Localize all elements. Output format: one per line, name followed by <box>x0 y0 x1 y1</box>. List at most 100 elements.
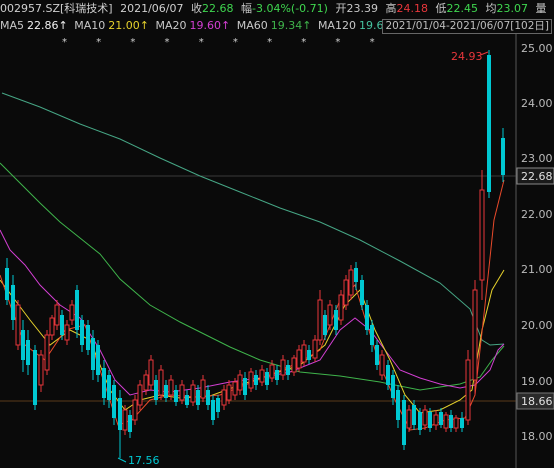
candle[interactable] <box>122 405 128 435</box>
candle[interactable] <box>449 410 453 432</box>
candle[interactable] <box>86 320 90 355</box>
candle[interactable] <box>323 310 327 340</box>
candle[interactable] <box>128 410 132 438</box>
candle[interactable] <box>164 380 168 402</box>
candle[interactable] <box>365 300 369 335</box>
candle-body <box>348 269 354 296</box>
candle[interactable] <box>396 385 400 428</box>
amplitude-value: -3.04%(-0.71) <box>252 2 328 15</box>
kline-chart[interactable]: * * * * * * * * * * 25.00 24.00 23.00 22… <box>0 34 554 468</box>
candle[interactable] <box>406 405 412 432</box>
reference-price-tag: 18.66 <box>516 392 554 410</box>
candle[interactable] <box>179 380 185 404</box>
candle[interactable] <box>312 335 318 362</box>
candle[interactable] <box>38 350 44 392</box>
candle[interactable] <box>439 408 443 428</box>
candle[interactable] <box>33 345 37 410</box>
candle[interactable] <box>137 380 143 410</box>
candle[interactable] <box>54 300 60 330</box>
candle[interactable] <box>275 365 279 385</box>
close-value: 22.68 <box>202 2 234 15</box>
candle[interactable] <box>243 372 247 400</box>
candle-body <box>107 375 111 400</box>
candle[interactable] <box>338 290 344 325</box>
candle[interactable] <box>360 275 364 310</box>
candle[interactable] <box>254 370 258 390</box>
min-marker: 17.56 <box>117 454 160 467</box>
candle[interactable] <box>118 390 122 458</box>
candle[interactable] <box>64 320 70 345</box>
candles[interactable] <box>5 50 505 458</box>
candle[interactable] <box>96 340 100 382</box>
candle[interactable] <box>5 258 9 305</box>
candle[interactable] <box>265 368 269 390</box>
candle[interactable] <box>343 275 349 310</box>
candle[interactable] <box>211 395 215 425</box>
candle[interactable] <box>44 330 50 375</box>
candle[interactable] <box>21 320 25 372</box>
candle[interactable] <box>259 365 265 386</box>
candle[interactable] <box>460 412 464 432</box>
candle[interactable] <box>301 340 307 366</box>
candle[interactable] <box>375 340 379 370</box>
candle[interactable] <box>379 350 385 380</box>
candle-body <box>26 340 30 365</box>
candle[interactable] <box>418 408 422 435</box>
candle[interactable] <box>216 395 220 418</box>
high-label: 高 <box>385 2 397 15</box>
candle[interactable] <box>49 315 55 340</box>
candle[interactable] <box>226 380 232 404</box>
candle-body <box>132 399 138 421</box>
candle[interactable] <box>465 350 471 425</box>
candle[interactable] <box>237 370 243 395</box>
candle[interactable] <box>248 368 254 392</box>
candle[interactable] <box>206 385 210 410</box>
candle[interactable] <box>327 300 333 330</box>
candle[interactable] <box>80 315 84 352</box>
candle[interactable] <box>185 390 189 408</box>
candle[interactable] <box>472 280 478 395</box>
grid <box>0 34 517 468</box>
candle[interactable] <box>402 395 406 450</box>
low-value: 22.45 <box>446 2 478 15</box>
candle[interactable] <box>174 385 178 406</box>
candle[interactable] <box>158 365 164 400</box>
candle[interactable] <box>317 290 323 345</box>
candle-body <box>200 379 206 399</box>
stock-code[interactable]: 002957.SZ[科瑞技术] <box>0 2 113 15</box>
date-range-selector[interactable]: 2021/01/04-2021/06/07[102日] <box>382 19 552 34</box>
candle[interactable] <box>386 360 390 390</box>
candle[interactable] <box>453 415 459 432</box>
candle[interactable] <box>291 355 297 376</box>
candle[interactable] <box>487 50 491 198</box>
candle[interactable] <box>307 345 311 364</box>
candle-body <box>185 395 189 405</box>
candle[interactable] <box>26 330 30 375</box>
candle[interactable] <box>501 128 505 182</box>
candle[interactable] <box>221 385 227 410</box>
candle-body <box>54 304 60 326</box>
candle[interactable] <box>200 375 206 402</box>
candle[interactable] <box>69 300 75 325</box>
candle[interactable] <box>443 412 449 432</box>
candle[interactable] <box>148 355 154 390</box>
candle-body <box>122 409 128 431</box>
candle[interactable] <box>479 170 485 300</box>
high-value: 24.18 <box>396 2 428 15</box>
candle[interactable] <box>132 395 138 425</box>
candle[interactable] <box>190 380 196 406</box>
candle[interactable] <box>11 275 15 330</box>
candle[interactable] <box>102 360 106 405</box>
candle[interactable] <box>433 410 439 430</box>
candle[interactable] <box>422 405 428 430</box>
candle-body <box>211 400 215 420</box>
kline-svg[interactable]: * * * * * * * * * * 25.00 24.00 23.00 22… <box>0 34 554 468</box>
candle[interactable] <box>348 265 354 300</box>
candle[interactable] <box>334 305 338 335</box>
candle[interactable] <box>296 345 302 372</box>
candle[interactable] <box>75 285 79 338</box>
candle-body <box>418 412 422 430</box>
candle[interactable] <box>15 300 21 350</box>
candle[interactable] <box>286 360 290 380</box>
candle[interactable] <box>280 355 286 380</box>
